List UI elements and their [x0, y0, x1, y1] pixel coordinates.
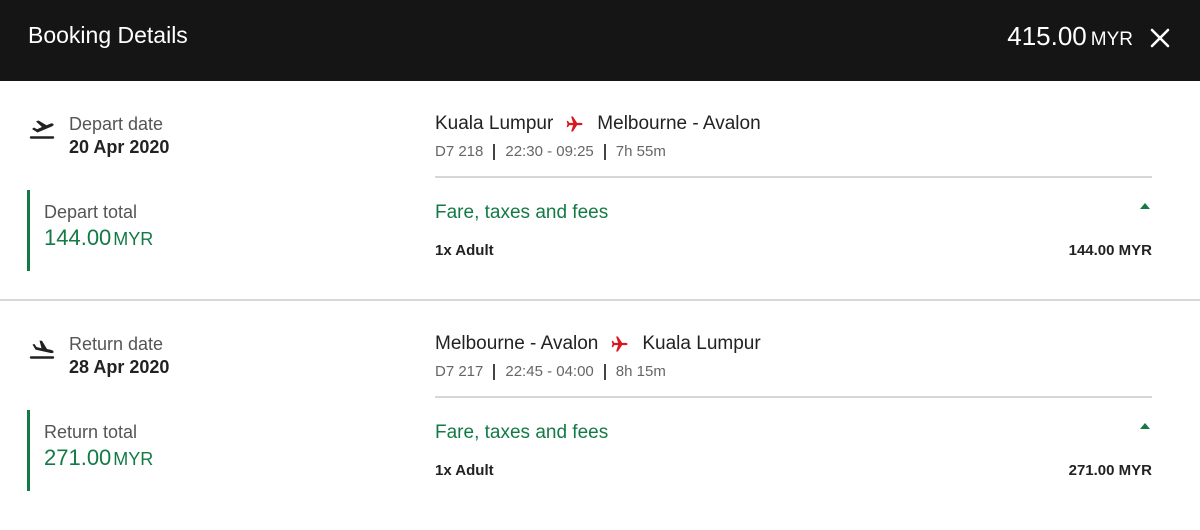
- return-total-currency: MYR: [113, 449, 154, 469]
- return-flight-duration: 8h 15m: [615, 363, 666, 380]
- booking-total-currency: MYR: [1090, 29, 1133, 50]
- depart-route-divider: [435, 176, 1152, 178]
- depart-fare-toggle[interactable]: Fare, taxes and fees: [435, 202, 608, 224]
- depart-date-value: 20 Apr 2020: [69, 137, 170, 157]
- landing-icon: [29, 340, 55, 359]
- return-origin: Melbourne - Avalon: [435, 333, 599, 354]
- depart-flight-meta: D7 218 22:30 - 09:25 7h 55m: [435, 143, 666, 160]
- depart-total-amount: 144.00 MYR: [44, 225, 327, 251]
- return-pax-amount: 271.00 MYR: [1068, 462, 1152, 479]
- depart-flight-duration: 7h 55m: [615, 143, 666, 160]
- depart-origin: Kuala Lumpur: [435, 113, 554, 134]
- meta-separator: [493, 363, 496, 380]
- booking-header: Booking Details 415.00 MYR: [0, 0, 1200, 81]
- page-title: Booking Details: [28, 22, 188, 48]
- depart-route: Kuala Lumpur Melbourne - Avalon: [435, 113, 761, 135]
- depart-pax-amount: 144.00 MYR: [1068, 242, 1152, 259]
- return-fare-toggle[interactable]: Fare, taxes and fees: [435, 422, 608, 444]
- depart-flight-number: D7 218: [435, 143, 484, 160]
- return-destination: Kuala Lumpur: [642, 333, 761, 354]
- return-flight-meta: D7 217 22:45 - 04:00 8h 15m: [435, 363, 666, 380]
- return-total-label: Return total: [44, 422, 138, 442]
- takeoff-icon: [29, 120, 55, 139]
- airplane-icon: [566, 116, 583, 132]
- depart-destination: Melbourne - Avalon: [597, 113, 761, 134]
- meta-separator: [493, 143, 496, 160]
- depart-section: Depart date 20 Apr 2020 Depart total 144…: [0, 81, 1200, 300]
- return-total-amount: 271.00 MYR: [44, 445, 327, 471]
- return-total-box: Return total 271.00 MYR: [27, 410, 327, 491]
- chevron-up-icon[interactable]: [1140, 203, 1150, 209]
- depart-flight-times: 22:30 - 09:25: [505, 143, 594, 160]
- depart-total-label: Depart total: [44, 202, 138, 222]
- return-flight-number: D7 217: [435, 363, 484, 380]
- depart-total-currency: MYR: [113, 229, 154, 249]
- airplane-icon: [612, 336, 628, 352]
- depart-total-value: 144.00: [44, 225, 112, 250]
- depart-pax-label: 1x Adult: [435, 242, 494, 259]
- return-route-divider: [435, 396, 1152, 398]
- depart-total-box: Depart total 144.00 MYR: [27, 190, 327, 271]
- return-route: Melbourne - Avalon Kuala Lumpur: [435, 333, 761, 355]
- close-button[interactable]: [1146, 24, 1174, 52]
- chevron-up-icon[interactable]: [1140, 423, 1150, 429]
- return-section: Return date 28 Apr 2020 Return total 271…: [0, 301, 1200, 530]
- return-flight-times: 22:45 - 04:00: [505, 363, 594, 380]
- return-total-value: 271.00: [44, 445, 112, 470]
- booking-total: 415.00 MYR: [1007, 21, 1133, 52]
- return-pax-label: 1x Adult: [435, 462, 494, 479]
- meta-separator: [603, 363, 606, 380]
- close-icon: [1150, 28, 1170, 48]
- meta-separator: [603, 143, 606, 160]
- booking-total-amount: 415.00: [1007, 21, 1087, 51]
- return-date-label: Return date: [69, 334, 164, 354]
- return-date-value: 28 Apr 2020: [69, 357, 170, 377]
- depart-date-label: Depart date: [69, 114, 164, 134]
